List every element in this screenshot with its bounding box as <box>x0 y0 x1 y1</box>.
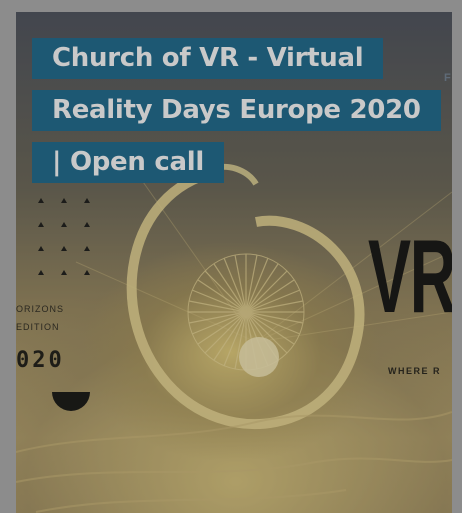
horizons-line-1: ORIZONS <box>16 304 65 314</box>
poster-tagline: WHERE R <box>388 366 441 376</box>
triangle-pattern <box>38 198 90 294</box>
glow-sphere <box>239 337 279 377</box>
poster-corner-letter: F <box>444 72 451 84</box>
card-title[interactable]: Church of VR - Virtual Reality Days Euro… <box>32 32 441 188</box>
page: F ORIZONS EDITION 020 VR WHERE R Church … <box>0 0 462 513</box>
article-card[interactable]: F ORIZONS EDITION 020 VR WHERE R Church … <box>16 12 452 513</box>
horizons-edition-text: ORIZONS EDITION <box>16 300 64 336</box>
vr-logo-text: VR <box>368 219 452 335</box>
landscape-lines <box>16 411 452 513</box>
horizons-line-2: EDITION <box>16 322 60 332</box>
card-title-text[interactable]: Church of VR - Virtual Reality Days Euro… <box>32 38 441 183</box>
poster-year: 020 <box>16 348 65 373</box>
card-title-wrap: Church of VR - Virtual Reality Days Euro… <box>32 32 441 188</box>
